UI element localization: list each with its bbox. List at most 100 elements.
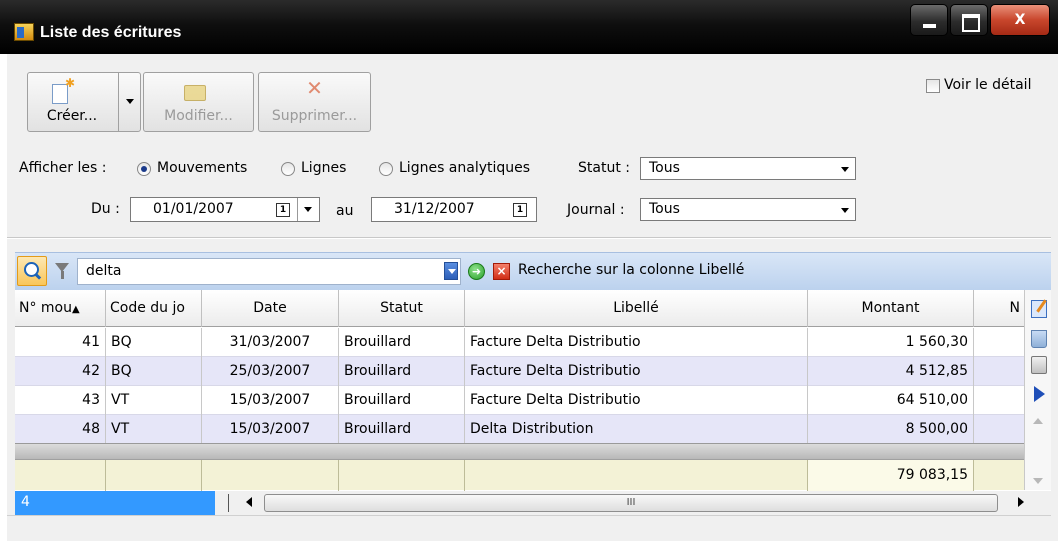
delete-x-icon: ✕ [306, 76, 323, 100]
print-icon[interactable] [1031, 356, 1047, 374]
chevron-down-icon [841, 208, 849, 213]
delete-label: Supprimer... [271, 108, 358, 124]
table-row[interactable]: 48 VT 15/03/2007 Brouillard Delta Distri… [15, 415, 1024, 444]
cell-status: Brouillard [339, 386, 465, 415]
total-empty-cell [202, 460, 339, 491]
grid-splitter[interactable] [15, 443, 1024, 459]
go-icon[interactable]: ➜ [468, 263, 485, 280]
window-icon [14, 23, 34, 41]
sort-up-icon: ▲ [72, 304, 80, 315]
total-empty-cell [465, 460, 808, 491]
col-header-num[interactable]: N° mou▲ [15, 290, 106, 327]
record-count: 4 [15, 491, 215, 515]
horizontal-scrollbar[interactable]: III [228, 494, 1031, 512]
cell-journal: VT [106, 415, 202, 444]
total-empty-cell [15, 460, 106, 491]
cell-status: Brouillard [339, 328, 465, 357]
from-date-dropdown[interactable] [297, 198, 317, 221]
table-row[interactable]: 41 BQ 31/03/2007 Brouillard Facture Delt… [15, 328, 1024, 357]
radio-lignes-analytiques-label: Lignes analytiques [399, 160, 531, 176]
scroll-thumb[interactable]: III [264, 494, 998, 512]
search-dropdown-button[interactable] [444, 262, 458, 280]
search-bar: delta ➜ × Recherche sur la colonne Libel… [15, 252, 1051, 290]
calendar-icon[interactable]: 1 [513, 203, 527, 217]
scroll-left-icon[interactable] [246, 497, 252, 507]
cell-status: Brouillard [339, 415, 465, 444]
data-grid: N° mou▲ Code du jo Date Statut Libellé M… [15, 290, 1051, 501]
to-date-field[interactable]: 31/12/2007 1 [371, 197, 537, 222]
journal-select[interactable]: Tous [640, 198, 856, 221]
cancel-icon[interactable]: × [493, 263, 510, 280]
scroll-separator [228, 494, 230, 512]
detail-checkbox[interactable] [926, 79, 940, 93]
title-bar: Liste des écritures X [0, 0, 1058, 54]
total-empty-cell [106, 460, 202, 491]
radio-lignes-analytiques[interactable] [379, 162, 393, 176]
radio-lignes-label: Lignes [301, 160, 347, 176]
minimize-button[interactable] [910, 4, 948, 36]
scroll-up-icon[interactable] [1033, 418, 1043, 424]
cell-date: 15/03/2007 [202, 386, 339, 415]
window-bottom-edge [7, 515, 1051, 541]
col-header-date[interactable]: Date [202, 290, 339, 327]
status-select[interactable]: Tous [640, 157, 856, 180]
modify-label: Modifier... [164, 108, 233, 124]
detail-checkbox-label: Voir le détail [944, 77, 1032, 93]
cell-journal: BQ [106, 357, 202, 386]
col-header-status[interactable]: Statut [339, 290, 465, 327]
radio-lignes[interactable] [281, 162, 295, 176]
calendar-icon[interactable]: 1 [276, 203, 290, 217]
search-hint: Recherche sur la colonne Libellé [518, 262, 745, 278]
next-icon[interactable] [1034, 386, 1045, 402]
journal-label: Journal : [567, 202, 625, 218]
radio-mouvements[interactable] [137, 162, 151, 176]
folder-icon [184, 85, 206, 101]
cell-num: 43 [15, 386, 106, 415]
status-select-value: Tous [649, 160, 680, 176]
create-label: Créer... [46, 108, 98, 124]
search-input[interactable]: delta [77, 258, 461, 285]
table-row[interactable]: 43 VT 15/03/2007 Brouillard Facture Delt… [15, 386, 1024, 415]
cell-label: Facture Delta Distributio [465, 328, 808, 357]
close-button[interactable]: X [990, 4, 1050, 36]
cell-num: 41 [15, 328, 106, 357]
cell-date: 25/03/2007 [202, 357, 339, 386]
filter-icon[interactable] [55, 263, 69, 279]
maximize-button[interactable] [950, 4, 988, 36]
create-dropdown-arrow[interactable] [119, 73, 141, 131]
total-amount: 79 083,15 [808, 460, 974, 491]
cell-amount: 64 510,00 [808, 386, 974, 415]
grid-header: N° mou▲ Code du jo Date Statut Libellé M… [15, 290, 1024, 327]
side-toolbar [1024, 290, 1051, 490]
status-label: Statut : [578, 160, 630, 176]
to-label: au [336, 203, 354, 219]
chevron-down-icon [841, 167, 849, 172]
cell-label: Facture Delta Distributio [465, 357, 808, 386]
create-button[interactable]: Créer... [27, 72, 141, 132]
cell-date: 15/03/2007 [202, 415, 339, 444]
delete-button[interactable]: ✕ Supprimer... [258, 72, 371, 132]
col-header-label[interactable]: Libellé [465, 290, 808, 327]
total-row: 79 083,15 [15, 459, 1024, 491]
search-icon[interactable] [17, 256, 47, 286]
separator [7, 237, 1051, 239]
scroll-right-icon[interactable] [1018, 497, 1024, 507]
grid-footer: 4 III [15, 491, 1051, 515]
cell-status: Brouillard [339, 357, 465, 386]
modify-button[interactable]: Modifier... [143, 72, 254, 132]
col-header-journal[interactable]: Code du jo [106, 290, 202, 327]
show-label: Afficher les : [19, 160, 107, 176]
edit-icon[interactable] [1031, 300, 1047, 318]
scroll-down-icon[interactable] [1033, 478, 1043, 484]
bin-icon[interactable] [1031, 330, 1047, 348]
col-header-n[interactable]: N [974, 290, 1024, 327]
cell-date: 31/03/2007 [202, 328, 339, 357]
cell-amount: 8 500,00 [808, 415, 974, 444]
from-date-field[interactable]: 01/01/2007 1 [130, 197, 320, 222]
table-row[interactable]: 42 BQ 25/03/2007 Brouillard Facture Delt… [15, 357, 1024, 386]
window: Liste des écritures X Créer... Modifier.… [0, 0, 1058, 541]
cell-num: 48 [15, 415, 106, 444]
col-header-amount[interactable]: Montant [808, 290, 974, 327]
from-date-value: 01/01/2007 [153, 201, 234, 217]
window-title: Liste des écritures [40, 24, 182, 41]
